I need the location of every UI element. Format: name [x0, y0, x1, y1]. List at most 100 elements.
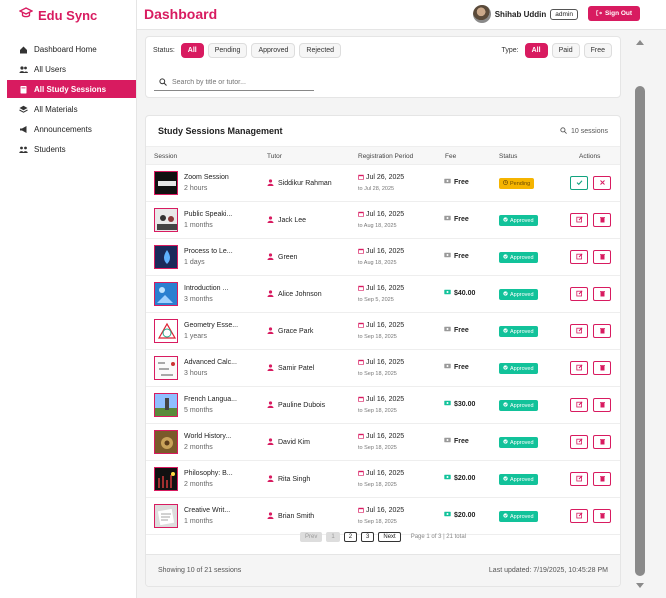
status-filter-rejected[interactable]: Rejected	[299, 43, 342, 58]
type-filter-paid[interactable]: Paid	[551, 43, 580, 58]
session-thumbnail	[154, 245, 178, 269]
registration-start-date: Jul 16, 2025	[366, 285, 405, 292]
search-input[interactable]	[172, 78, 302, 86]
sidebar-item-all-materials[interactable]: All Materials	[7, 100, 136, 118]
home-icon	[19, 45, 28, 54]
delete-button[interactable]	[593, 324, 611, 338]
registration-end-date: to Jul 28, 2025	[358, 186, 395, 192]
edit-button[interactable]	[570, 509, 588, 523]
edit-button[interactable]	[570, 361, 588, 375]
status-filter-pending[interactable]: Pending	[207, 43, 248, 58]
edit-button[interactable]	[570, 324, 588, 338]
delete-button[interactable]	[593, 398, 611, 412]
calendar-icon	[358, 248, 366, 255]
sidebar-item-label: All Users	[34, 64, 67, 74]
prev-page-button[interactable]: Prev	[300, 532, 323, 542]
edit-button[interactable]	[570, 435, 588, 449]
session-tutor: David Kim	[267, 438, 310, 447]
status-label: Approved	[510, 217, 534, 224]
user-name: Shihab Uddin	[494, 9, 547, 19]
calendar-icon	[358, 322, 366, 329]
pagination: Prev 1 2 3 Next Page 1 of 3 | 21 total	[146, 530, 620, 544]
sidebar-item-students[interactable]: Students	[7, 140, 136, 158]
delete-button[interactable]	[593, 472, 611, 486]
delete-button[interactable]	[593, 213, 611, 227]
trash-icon	[599, 327, 606, 336]
sidebar-item-dashboard-home[interactable]: Dashboard Home	[7, 40, 136, 58]
status-badge: Pending	[499, 178, 535, 189]
graduation-cap-icon	[18, 6, 34, 25]
session-tutor: Pauline Dubois	[267, 401, 325, 410]
session-title: Philosophy: B...	[184, 470, 233, 477]
fee-amount: Free	[454, 252, 469, 260]
last-updated: Last updated: 7/19/2025, 10:45:28 PM	[488, 567, 608, 574]
status-label: Approved	[510, 402, 534, 409]
calendar-icon	[358, 470, 366, 477]
table-row: Advanced Calc... 3 hours Samir Patel Jul 16…	[146, 350, 620, 387]
status-badge: Approved	[499, 437, 538, 448]
edit-icon	[575, 252, 583, 262]
sign-out-icon	[596, 9, 603, 18]
edit-button[interactable]	[570, 472, 588, 486]
delete-button[interactable]	[593, 361, 611, 375]
registration-start-date: Jul 16, 2025	[366, 359, 405, 366]
type-filter-free[interactable]: Free	[583, 43, 612, 58]
page-button-2[interactable]: 2	[343, 532, 358, 542]
page-button-3[interactable]: 3	[361, 532, 375, 542]
sidebar-item-all-study-sessions[interactable]: All Study Sessions	[7, 80, 136, 98]
session-title: World History...	[184, 433, 232, 440]
students-icon	[19, 145, 28, 154]
layers-icon	[19, 105, 28, 114]
table-row: Introduction ... 3 months Alice Johnson Jul…	[146, 276, 620, 313]
next-page-button[interactable]: Next	[378, 532, 401, 542]
registration-start-date: Jul 16, 2025	[366, 211, 405, 218]
session-tutor: Brian Smith	[267, 512, 314, 521]
status-label: Pending	[510, 180, 531, 187]
status-filter-approved[interactable]: Approved	[251, 43, 296, 58]
scroll-down-arrow[interactable]	[636, 583, 644, 588]
session-tutor: Grace Park	[267, 327, 313, 336]
sign-out-button[interactable]: Sign Out	[588, 6, 640, 21]
calendar-icon	[358, 396, 366, 403]
session-title: Process to Le...	[184, 248, 233, 255]
edit-button[interactable]	[570, 287, 588, 301]
status-label: Approved	[510, 476, 534, 483]
page-button-1[interactable]: 1	[326, 532, 340, 542]
money-icon	[444, 215, 451, 223]
trash-icon	[599, 475, 606, 484]
sidebar-item-announcements[interactable]: Announcements	[7, 120, 136, 138]
delete-button[interactable]	[593, 287, 611, 301]
scroll-up-arrow[interactable]	[636, 40, 644, 45]
session-duration: 1 months	[184, 518, 213, 525]
delete-button[interactable]	[593, 250, 611, 264]
session-thumbnail	[154, 282, 178, 306]
delete-button[interactable]	[593, 435, 611, 449]
sidebar-item-all-users[interactable]: All Users	[7, 60, 136, 78]
tutor-name: David Kim	[278, 439, 310, 446]
delete-button[interactable]	[593, 509, 611, 523]
status-badge: Approved	[499, 363, 538, 374]
approve-button[interactable]	[570, 176, 588, 190]
edit-button[interactable]	[570, 213, 588, 227]
logo[interactable]: Edu Sync	[7, 0, 136, 30]
registration-end-date: to Sep 18, 2025	[358, 519, 397, 525]
money-icon	[444, 437, 451, 445]
status-badge: Approved	[499, 326, 538, 337]
reject-button[interactable]	[593, 176, 611, 190]
type-filter-all[interactable]: All	[524, 43, 548, 58]
avatar[interactable]	[472, 5, 491, 23]
session-tutor: Alice Johnson	[267, 290, 322, 299]
session-thumbnail	[154, 208, 178, 232]
scrollbar[interactable]	[635, 36, 645, 592]
session-title: Introduction ...	[184, 285, 229, 292]
trash-icon	[599, 216, 606, 225]
tutor-name: Rita Singh	[278, 476, 311, 483]
scroll-thumb[interactable]	[635, 86, 645, 576]
status-badge: Approved	[499, 252, 538, 263]
user-profile[interactable]: Shihab Uddin admin	[472, 5, 578, 23]
status-filter-all[interactable]: All	[180, 43, 204, 58]
edit-button[interactable]	[570, 398, 588, 412]
edit-button[interactable]	[570, 250, 588, 264]
registration-end-date: to Sep 18, 2025	[358, 408, 397, 414]
trash-icon	[599, 401, 606, 410]
